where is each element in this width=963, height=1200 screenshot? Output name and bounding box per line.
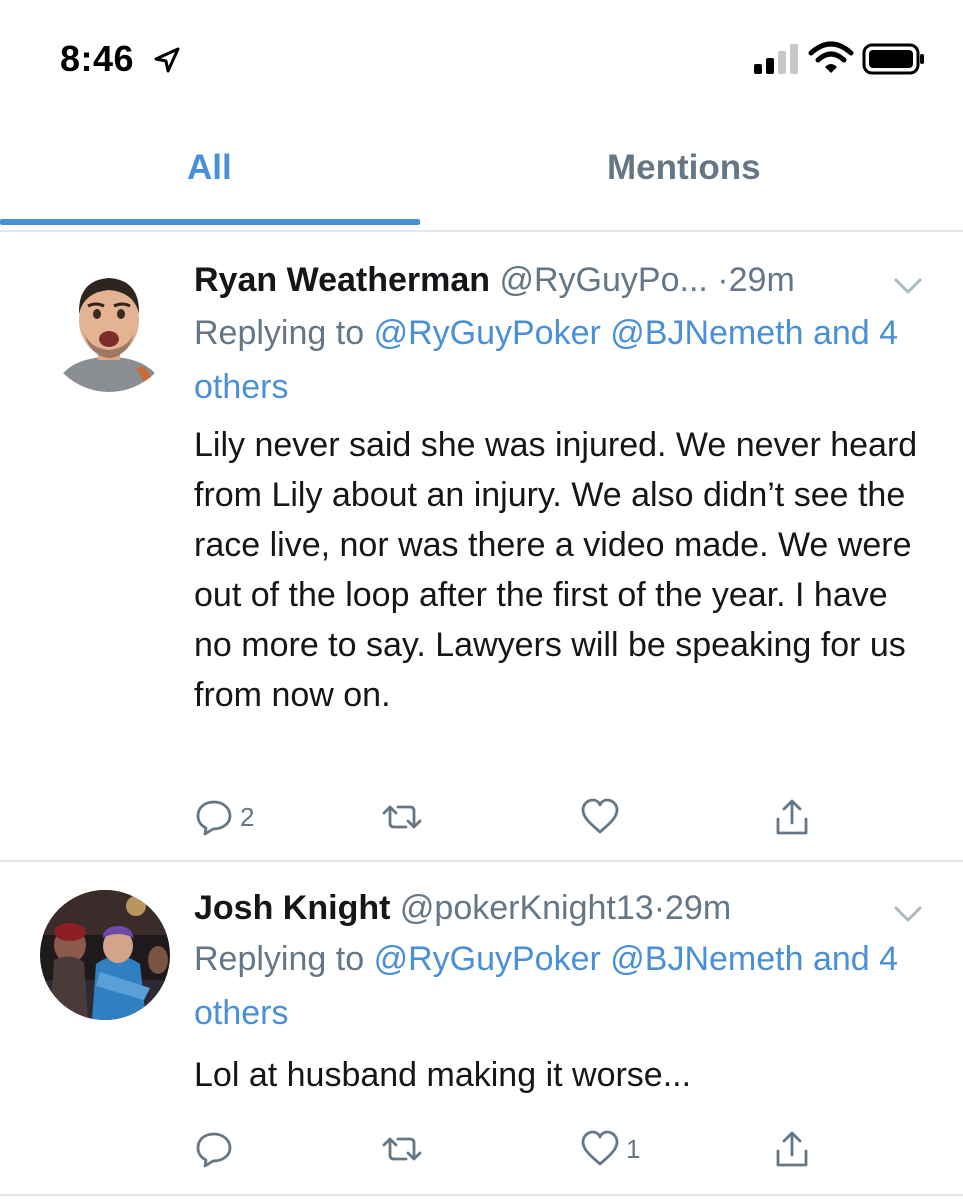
like-button[interactable]	[580, 792, 626, 842]
wifi-icon	[808, 41, 854, 73]
tweet[interactable]: Josh Knight @pokerKnight13·29m Replying …	[0, 862, 963, 1200]
bottom-divider	[0, 1194, 963, 1196]
tab-mentions[interactable]: Mentions	[607, 148, 761, 188]
like-button[interactable]: 1	[580, 1124, 640, 1174]
retweet-button[interactable]	[382, 1124, 428, 1174]
display-name[interactable]: Ryan Weatherman	[194, 261, 490, 299]
mention-link[interactable]: @BJNemeth	[610, 940, 803, 978]
tweet-actions: 2	[194, 792, 834, 842]
like-count: 1	[626, 1133, 641, 1164]
share-button[interactable]	[772, 792, 812, 842]
separator-dot: ·	[653, 889, 666, 927]
location-arrow-icon	[154, 47, 180, 73]
avatar-image	[44, 262, 174, 392]
mention-link[interactable]: @BJNemeth	[610, 314, 803, 352]
timestamp: 29m	[665, 889, 732, 927]
reply-count: 2	[240, 801, 255, 832]
chevron-down-icon[interactable]	[893, 904, 923, 924]
reply-button[interactable]	[194, 1124, 240, 1174]
retweet-icon	[382, 805, 422, 829]
mention-link[interactable]: @RyGuyPoker	[374, 940, 601, 978]
avatar[interactable]	[44, 262, 174, 392]
reply-button[interactable]: 2	[194, 792, 254, 842]
tweet-text: Lily never said she was injured. We neve…	[194, 426, 918, 714]
tweet-actions: 1	[194, 1124, 834, 1174]
active-tab-indicator	[0, 219, 420, 225]
heart-icon	[581, 1130, 619, 1166]
cellular-signal-icon	[754, 44, 798, 74]
timestamp: 29m	[728, 261, 795, 299]
retweet-icon	[382, 1137, 422, 1161]
chevron-down-icon[interactable]	[893, 276, 923, 296]
mention-link[interactable]: @RyGuyPoker	[374, 314, 601, 352]
share-icon	[776, 1131, 808, 1167]
battery-icon	[862, 43, 924, 75]
tweet-text: Lol at husband making it worse...	[194, 1056, 692, 1094]
share-button[interactable]	[772, 1124, 812, 1174]
share-icon	[776, 799, 808, 835]
username[interactable]: @RyGuyPo...	[499, 261, 707, 299]
tweet[interactable]: Ryan Weatherman @RyGuyPo... ·29m Replyin…	[0, 232, 963, 860]
replying-to-label: Replying to	[194, 940, 365, 978]
display-name[interactable]: Josh Knight	[194, 889, 390, 927]
status-bar: 8:46	[0, 0, 963, 120]
retweet-button[interactable]	[382, 792, 428, 842]
tweet-header: Ryan Weatherman @RyGuyPo... ·29m	[194, 260, 795, 300]
avatar[interactable]	[40, 890, 170, 1020]
replying-to: Replying to @RyGuyPoker @BJNemeth and 4 …	[194, 932, 914, 1040]
tweet-header: Josh Knight @pokerKnight13·29m	[194, 888, 731, 928]
avatar-image	[40, 890, 170, 1020]
replying-to-label: Replying to	[194, 314, 365, 352]
tab-all[interactable]: All	[187, 148, 232, 188]
notification-tabs: All Mentions	[0, 130, 963, 226]
replying-to: Replying to @RyGuyPoker @BJNemeth and 4 …	[194, 306, 914, 414]
reply-icon	[196, 800, 232, 836]
status-time: 8:46	[60, 38, 135, 79]
heart-icon	[581, 798, 619, 834]
reply-icon	[196, 1132, 232, 1168]
separator-dot: ·	[717, 261, 729, 299]
username[interactable]: @pokerKnight13	[400, 889, 654, 927]
